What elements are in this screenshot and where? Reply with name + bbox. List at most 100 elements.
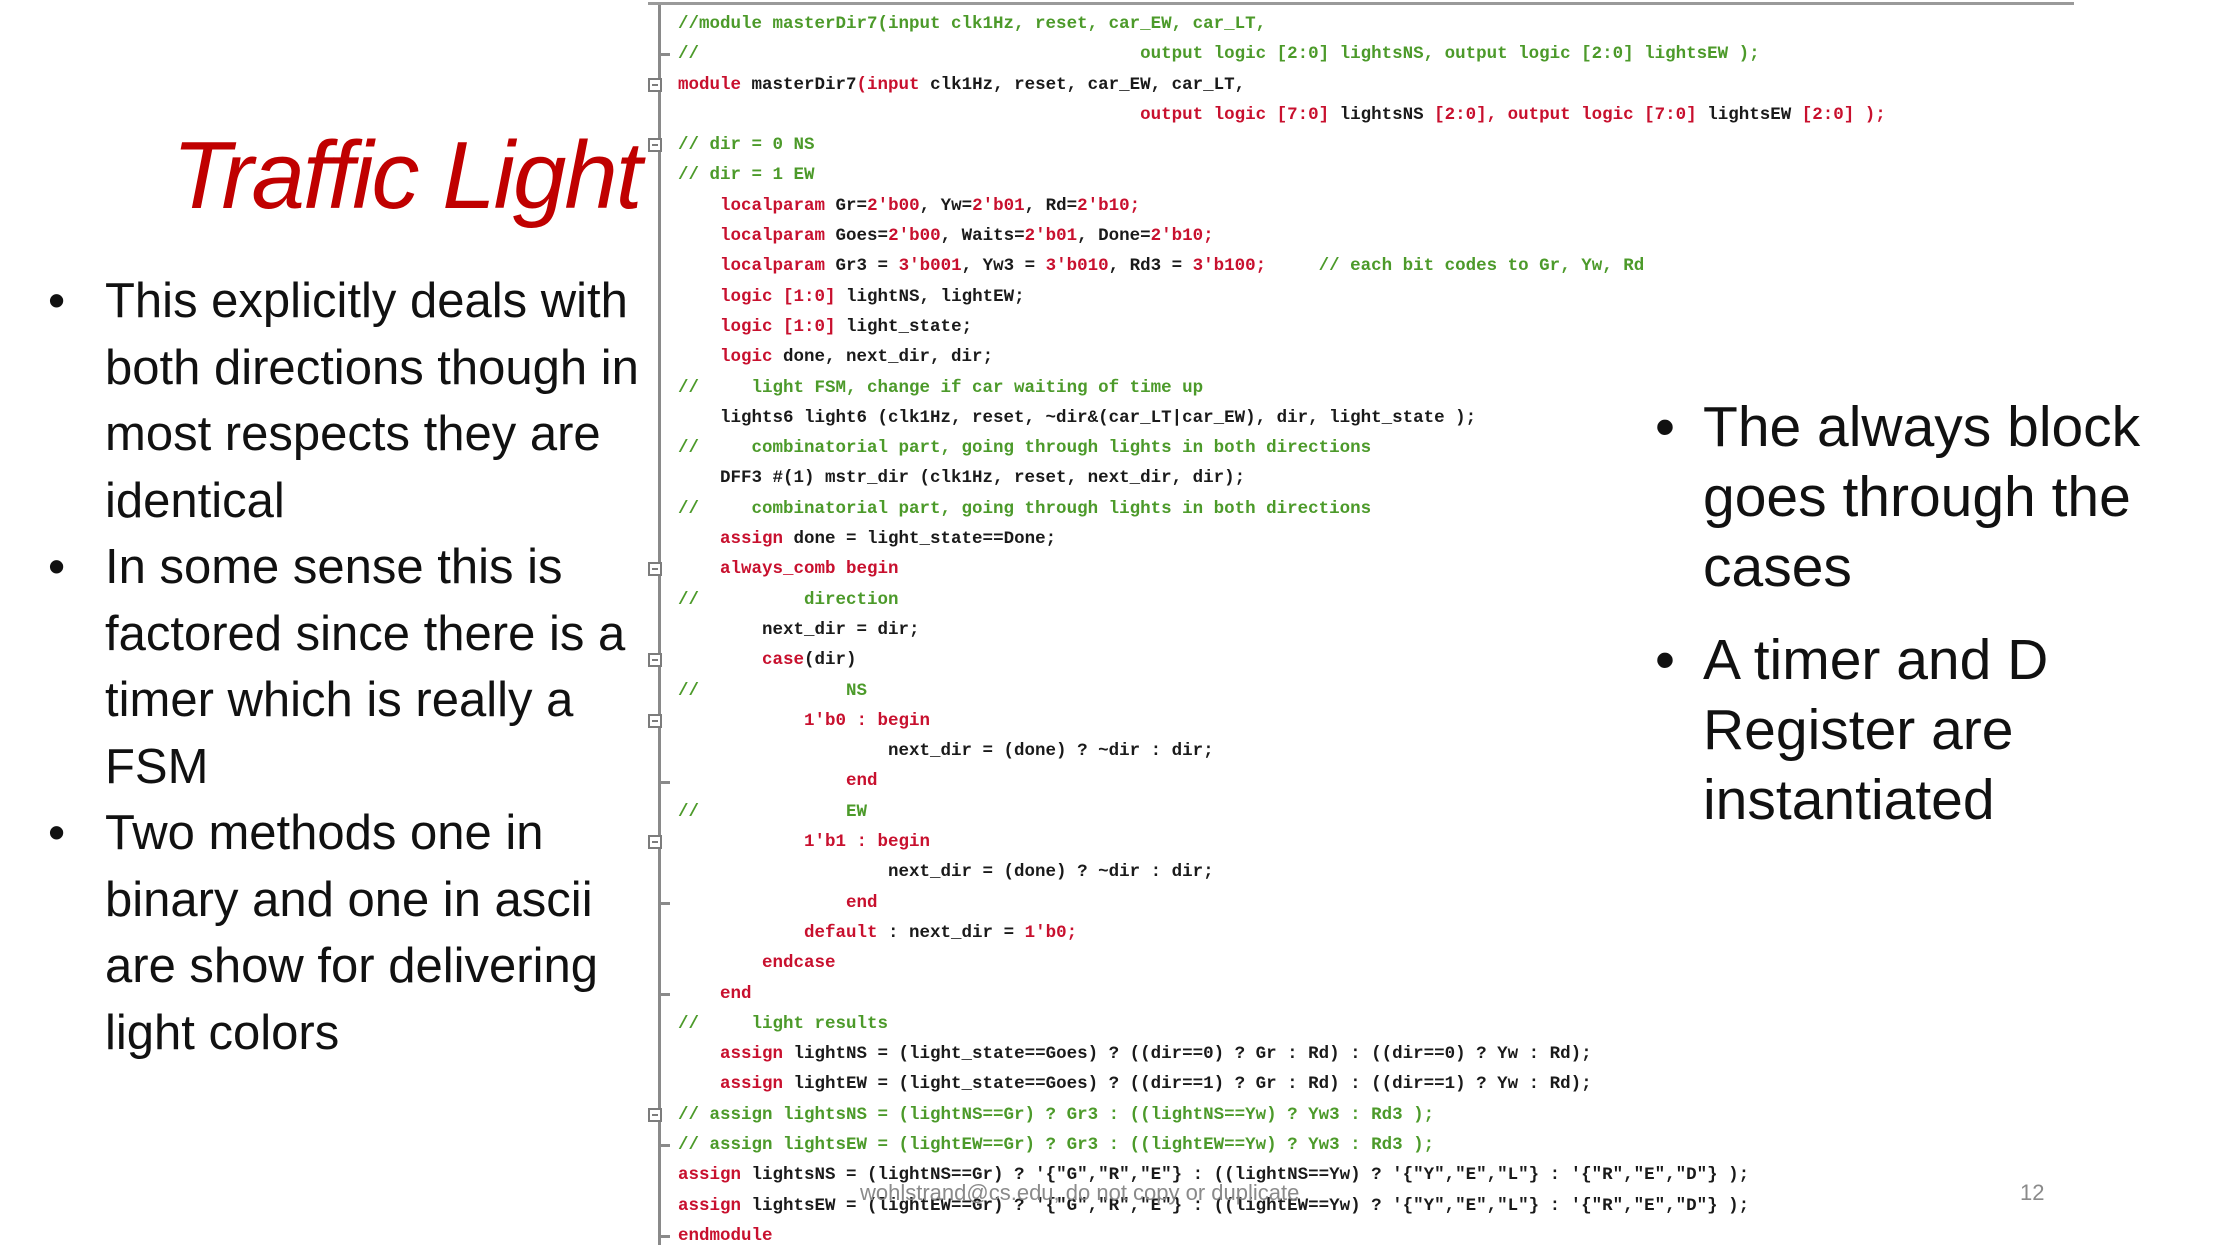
code-text: DFF3 #(1) mstr_dir (clk1Hz, reset, next_… bbox=[678, 468, 1246, 489]
code-comment: // light FSM, change if car waiting of t… bbox=[678, 377, 1204, 398]
code-comment: // each bit codes to Gr, Yw, Rd bbox=[1266, 256, 1645, 277]
fold-end-marker bbox=[658, 1235, 670, 1238]
code-line: // dir = 1 EW bbox=[678, 160, 1886, 190]
code-keyword: localparam bbox=[720, 195, 836, 216]
code-text: done = light_state==Done; bbox=[793, 529, 1057, 550]
code-text: light_state; bbox=[846, 316, 973, 337]
code-keyword: case bbox=[762, 650, 805, 671]
fold-toggle-icon[interactable] bbox=[648, 653, 662, 668]
code-keyword: end bbox=[846, 892, 878, 913]
code-comment: // combinatorial part, going through lig… bbox=[678, 498, 1372, 519]
code-keyword: 1'b0; bbox=[1024, 922, 1078, 943]
code-keyword: localparam bbox=[720, 256, 836, 277]
code-keyword: 2'b10; bbox=[1150, 226, 1214, 247]
code-text: lightNS = (light_state==Goes) ? ((dir==0… bbox=[793, 1044, 1592, 1065]
fold-toggle-icon[interactable] bbox=[648, 77, 662, 92]
code-comment: // assign lightsNS = (lightNS==Gr) ? Gr3… bbox=[678, 1104, 1435, 1125]
fold-end-marker bbox=[658, 992, 670, 996]
code-keyword: 1'b1 : begin bbox=[804, 832, 931, 853]
fold-end-marker bbox=[658, 1144, 670, 1148]
code-text: , Yw3 = bbox=[961, 256, 1046, 277]
code-text: , Rd= bbox=[1024, 195, 1078, 216]
code-keyword: default bbox=[804, 922, 889, 943]
code-text: lightsEW bbox=[1707, 104, 1802, 125]
code-keyword: module bbox=[678, 74, 752, 95]
bullet-item: This explicitly deals with both directio… bbox=[48, 268, 648, 534]
code-text: , Rd3 = bbox=[1108, 256, 1193, 277]
code-text: done, next_dir, dir; bbox=[783, 347, 994, 368]
code-keyword: 2'b01 bbox=[1024, 226, 1078, 247]
code-line: endmodule bbox=[678, 1221, 1886, 1251]
bullet-item: A timer and D Register are instantiated bbox=[1655, 625, 2210, 835]
fold-toggle-icon[interactable] bbox=[648, 835, 662, 850]
code-keyword: endmodule bbox=[678, 1225, 773, 1246]
code-keyword: assign bbox=[720, 1074, 794, 1095]
fold-end-marker bbox=[658, 901, 670, 905]
fold-toggle-icon[interactable] bbox=[648, 562, 662, 577]
left-bullet-list: This explicitly deals with both directio… bbox=[48, 268, 648, 1066]
code-text: Goes= bbox=[835, 226, 889, 247]
code-comment: //module masterDir7(input clk1Hz, reset,… bbox=[678, 14, 1267, 34]
fold-toggle-icon[interactable] bbox=[648, 1107, 662, 1122]
code-text: : next_dir = bbox=[888, 922, 1025, 943]
code-keyword: [2:0] ); bbox=[1801, 104, 1886, 125]
code-comment: // output logic [2:0] lightsNS, output l… bbox=[678, 44, 1760, 65]
fold-toggle-icon[interactable] bbox=[648, 713, 662, 728]
code-line: // assign lightsEW = (lightEW==Gr) ? Gr3… bbox=[678, 1130, 1886, 1160]
code-comment: // dir = 1 EW bbox=[678, 165, 815, 186]
code-keyword: end bbox=[720, 983, 752, 1004]
code-line: // light results bbox=[678, 1009, 1886, 1039]
footer-watermark: wohlstrand@cs.edu, do not copy or duplic… bbox=[860, 1180, 1300, 1205]
right-bullet-list: The always block goes through the cases … bbox=[1655, 392, 2210, 858]
code-line: next_dir = (done) ? ~dir : dir; bbox=[678, 857, 1886, 887]
code-line: end bbox=[678, 888, 1886, 918]
code-line: //module masterDir7(input clk1Hz, reset,… bbox=[678, 9, 1886, 39]
code-line: end bbox=[678, 979, 1886, 1009]
code-line: localparam Gr=2'b00, Yw=2'b01, Rd=2'b10; bbox=[678, 191, 1886, 221]
code-text: next_dir = (done) ? ~dir : dir; bbox=[678, 741, 1214, 762]
code-text: lightEW = (light_state==Goes) ? ((dir==1… bbox=[793, 1074, 1592, 1095]
code-text: , Waits= bbox=[940, 226, 1025, 247]
code-keyword: 3'b010 bbox=[1045, 256, 1109, 277]
code-keyword: always_comb begin bbox=[720, 559, 899, 580]
code-keyword: 3'b001 bbox=[898, 256, 962, 277]
code-keyword: assign bbox=[720, 529, 794, 550]
code-line: endcase bbox=[678, 948, 1886, 978]
code-text: next_dir = (done) ? ~dir : dir; bbox=[678, 862, 1214, 883]
bullet-item: In some sense this is factored since the… bbox=[48, 534, 648, 800]
code-keyword: localparam bbox=[720, 226, 836, 247]
code-text: masterDir7 bbox=[751, 74, 857, 95]
code-line: assign lightNS = (light_state==Goes) ? (… bbox=[678, 1039, 1886, 1069]
slide-title: Traffic Light bbox=[172, 122, 642, 229]
code-line: default : next_dir = 1'b0; bbox=[678, 918, 1886, 948]
code-keyword: (input bbox=[856, 74, 931, 95]
code-text: lights6 light6 (clk1Hz, reset, ~dir&(car… bbox=[678, 407, 1477, 428]
code-keyword: endcase bbox=[762, 953, 836, 974]
code-keyword: logic [1:0] bbox=[720, 286, 847, 307]
fold-end-marker bbox=[658, 53, 670, 57]
code-line: logic done, next_dir, dir; bbox=[678, 342, 1886, 372]
code-comment: // assign lightsEW = (lightEW==Gr) ? Gr3… bbox=[678, 1134, 1435, 1155]
code-keyword: 1'b0 : begin bbox=[804, 710, 931, 731]
fold-gutter bbox=[658, 5, 661, 1245]
code-keyword: assign bbox=[720, 1044, 794, 1065]
code-keyword: 2'b01 bbox=[972, 195, 1025, 216]
fold-toggle-icon[interactable] bbox=[648, 138, 662, 153]
code-keyword: output logic [7:0] bbox=[1140, 104, 1340, 125]
code-line: assign lightEW = (light_state==Goes) ? (… bbox=[678, 1069, 1886, 1099]
code-comment: // EW bbox=[678, 801, 868, 822]
code-keyword: 2'b00 bbox=[888, 226, 941, 247]
